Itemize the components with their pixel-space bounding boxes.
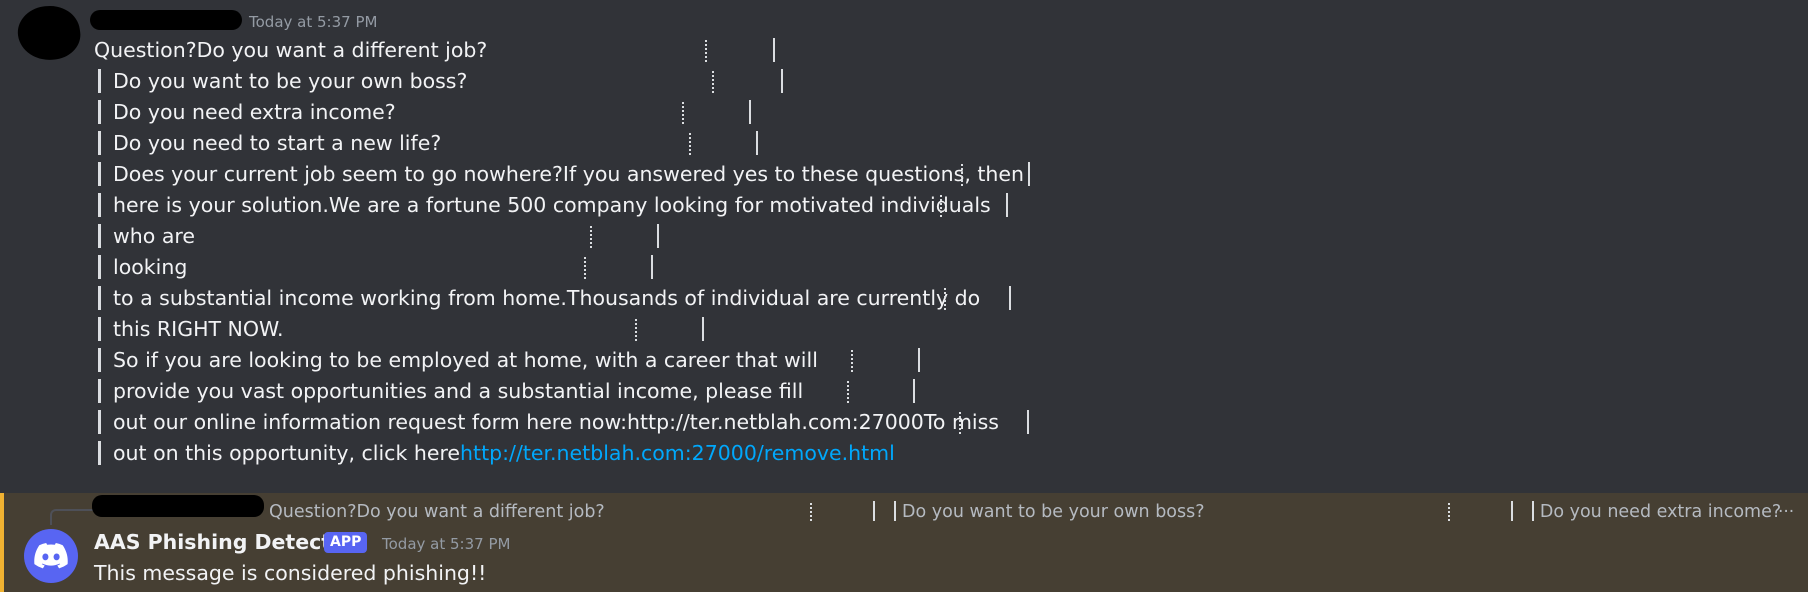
quote-bar	[98, 348, 101, 372]
dotted-divider	[590, 226, 592, 248]
bot-reply-message: Question?Do you want a different job? Do…	[0, 493, 1808, 592]
quote-bar	[98, 255, 101, 279]
message-line: this RIGHT NOW.	[113, 317, 284, 341]
reply-preview[interactable]: Question?Do you want a different job? Do…	[269, 497, 1782, 522]
bot-message-text: This message is considered phishing!!	[94, 561, 487, 585]
dotted-divider	[635, 319, 637, 341]
solid-divider	[913, 379, 915, 403]
dotted-divider	[961, 164, 963, 186]
solid-divider	[657, 224, 659, 248]
quote-bar	[98, 69, 101, 93]
redacted-username[interactable]	[90, 10, 242, 30]
dotted-divider	[584, 257, 586, 279]
message-original: Today at 5:37 PM Question?Do you want a …	[0, 0, 1808, 492]
redacted-avatar[interactable]	[14, 1, 84, 65]
dotted-divider	[959, 412, 961, 434]
solid-divider	[651, 255, 653, 279]
solid-divider	[1532, 501, 1535, 521]
message-line: Question?Do you want a different job?	[94, 38, 488, 62]
solid-divider	[1510, 501, 1513, 521]
dotted-divider	[712, 71, 714, 93]
bot-username[interactable]: AAS Phishing Detector	[94, 529, 355, 555]
solid-divider	[749, 100, 751, 124]
message-line: out our online information request form …	[113, 410, 999, 434]
dotted-divider	[940, 195, 942, 217]
quote-bar	[98, 317, 101, 341]
reply-ellipsis: ...	[1778, 497, 1795, 517]
solid-divider	[781, 69, 783, 93]
discord-logo-icon	[34, 543, 68, 569]
message-line: provide you vast opportunities and a sub…	[113, 379, 804, 403]
quote-bar	[98, 441, 101, 465]
dotted-divider	[682, 102, 684, 124]
solid-divider	[894, 501, 897, 521]
message-line: here is your solution.We are a fortune 5…	[113, 193, 991, 217]
quote-bar	[98, 379, 101, 403]
dotted-divider	[689, 133, 691, 155]
reply-preview-part: Question?Do you want a different job?	[269, 502, 605, 522]
redacted-reply-username[interactable]	[92, 495, 264, 517]
quote-bar	[98, 286, 101, 310]
message-line-last: out on this opportunity, click herehttp:…	[113, 438, 895, 468]
app-badge: APP	[324, 532, 368, 553]
message-line-text: out on this opportunity, click here	[113, 441, 461, 465]
message-line: to a substantial income working from hom…	[113, 286, 981, 310]
solid-divider	[1009, 286, 1011, 310]
dotted-divider	[851, 350, 853, 372]
reply-connector	[50, 509, 96, 525]
solid-divider	[918, 348, 920, 372]
quote-bar	[98, 162, 101, 186]
dotted-divider	[847, 381, 849, 403]
dotted-divider	[944, 288, 946, 310]
solid-divider	[702, 317, 704, 341]
message-line: looking	[113, 255, 188, 279]
message-line: So if you are looking to be employed at …	[113, 348, 818, 372]
dotted-divider	[705, 40, 707, 62]
bot-timestamp[interactable]: Today at 5:37 PM	[382, 534, 510, 554]
solid-divider	[1028, 162, 1030, 186]
solid-divider	[1027, 410, 1029, 434]
message-line: Does your current job seem to go nowhere…	[113, 162, 1025, 186]
quote-bar	[98, 410, 101, 434]
reply-preview-part: Do you need extra income?	[1539, 502, 1782, 522]
message-line: who are	[113, 224, 195, 248]
solid-divider	[872, 501, 875, 521]
dotted-divider	[810, 503, 813, 521]
quote-bar	[98, 224, 101, 248]
quote-bar	[98, 131, 101, 155]
quote-bar	[98, 193, 101, 217]
message-line: Do you want to be your own boss?	[113, 69, 468, 93]
message-line: Do you need to start a new life?	[113, 131, 442, 155]
bot-avatar[interactable]	[24, 529, 78, 583]
message-timestamp[interactable]: Today at 5:37 PM	[249, 12, 377, 32]
solid-divider	[773, 38, 775, 62]
remove-link[interactable]: http://ter.netblah.com:27000/remove.html	[460, 441, 895, 465]
solid-divider	[1006, 193, 1008, 217]
solid-divider	[756, 131, 758, 155]
dotted-divider	[1448, 503, 1451, 521]
message-line: Do you need extra income?	[113, 100, 396, 124]
reply-preview-part: Do you want to be your own boss?	[902, 502, 1205, 522]
quote-bar	[98, 100, 101, 124]
